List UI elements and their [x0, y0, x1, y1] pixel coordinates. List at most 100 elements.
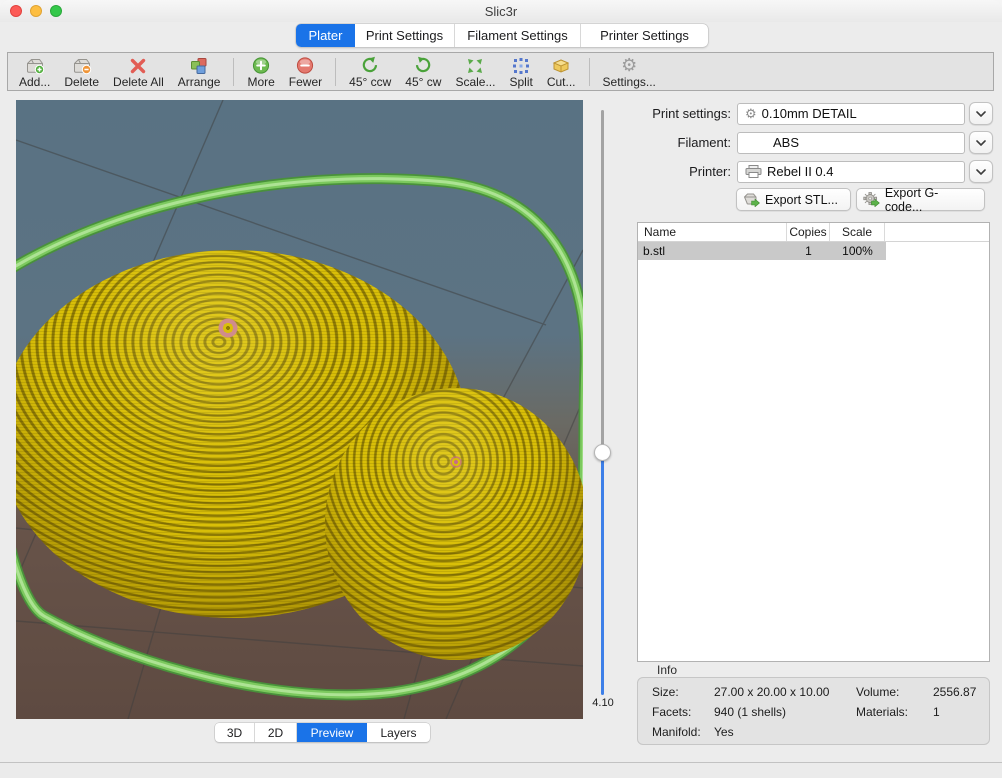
delete-all-icon: [128, 55, 148, 75]
fewer-copies-icon: [295, 55, 315, 75]
facets-label: Facets:: [652, 705, 691, 719]
model-small-dome[interactable]: [325, 388, 583, 660]
info-panel: Size: 27.00 x 20.00 x 10.00 Volume: 2556…: [637, 677, 990, 745]
tab-print-settings[interactable]: Print Settings: [355, 24, 455, 47]
toolbar-button-more[interactable]: More: [240, 53, 281, 91]
toolbar-separator: [335, 58, 336, 86]
view-tab-preview[interactable]: Preview: [297, 723, 367, 742]
large-dome-apex-marker: [217, 317, 239, 339]
toolbar-label-delete-all: Delete All: [113, 75, 164, 89]
chevron-down-icon: [976, 169, 986, 175]
toolbar-separator: [589, 58, 590, 86]
gear-icon: ⚙: [745, 107, 757, 121]
more-copies-icon: [251, 55, 271, 75]
toolbar-button-rotate-cw[interactable]: 45° cw: [398, 53, 448, 91]
toolbar-label-rotate-ccw: 45° ccw: [349, 75, 391, 89]
printer-value: Rebel II 0.4: [767, 164, 834, 179]
export-buttons: Export STL... Export G-code...: [736, 188, 985, 211]
view-tab-2d[interactable]: 2D: [255, 723, 297, 742]
toolbar-button-settings[interactable]: ⚙ Settings...: [596, 53, 663, 91]
filament-dropdown-button[interactable]: [969, 131, 993, 154]
toolbar-label-split: Split: [509, 75, 532, 89]
toolbar-button-scale[interactable]: Scale...: [448, 53, 502, 91]
titlebar: Slic3r: [0, 0, 1002, 22]
small-dome-apex-marker: [450, 456, 462, 468]
toolbar-button-cut[interactable]: Cut...: [540, 53, 583, 91]
view-tab-bar: 3D 2D Preview Layers: [215, 723, 430, 742]
object-list-header: Name Copies Scale: [638, 223, 989, 242]
toolbar-button-delete-all[interactable]: Delete All: [106, 53, 171, 91]
toolbar-button-split[interactable]: Split: [502, 53, 539, 91]
scale-icon: [465, 55, 485, 75]
tab-filament-settings[interactable]: Filament Settings: [455, 24, 581, 47]
toolbar: Add... Delete Delete All: [7, 52, 994, 91]
filament-label: Filament:: [613, 135, 731, 150]
toolbar-button-delete[interactable]: Delete: [57, 53, 106, 91]
manifold-value: Yes: [714, 725, 734, 739]
export-gcode-button[interactable]: Export G-code...: [856, 188, 985, 211]
print-settings-select[interactable]: ⚙ 0.10mm DETAIL: [737, 103, 965, 125]
app-window: Slic3r Plater Print Settings Filament Se…: [0, 0, 1002, 778]
size-value: 27.00 x 20.00 x 10.00: [714, 685, 829, 699]
toolbar-label-more: More: [247, 75, 274, 89]
materials-label: Materials:: [856, 705, 908, 719]
print-settings-label: Print settings:: [613, 106, 731, 121]
export-gcode-label: Export G-code...: [885, 186, 975, 214]
cell-scale: 100%: [830, 244, 885, 258]
toolbar-label-fewer: Fewer: [289, 75, 322, 89]
toolbar-label-arrange: Arrange: [178, 75, 221, 89]
add-object-icon: [25, 55, 45, 75]
toolbar-button-add[interactable]: Add...: [12, 53, 57, 91]
printer-dropdown-button[interactable]: [969, 160, 993, 183]
export-stl-label: Export STL...: [765, 193, 838, 207]
cell-copies: 1: [787, 244, 830, 258]
object-list-table[interactable]: Name Copies Scale b.stl 1 100%: [637, 222, 990, 662]
materials-value: 1: [933, 705, 940, 719]
view-tab-3d[interactable]: 3D: [215, 723, 255, 742]
print-settings-row: Print settings: ⚙ 0.10mm DETAIL: [613, 102, 995, 125]
chevron-down-icon: [976, 111, 986, 117]
cut-icon: [551, 55, 571, 75]
filament-select[interactable]: ABS: [737, 132, 965, 154]
column-header-copies[interactable]: Copies: [787, 223, 830, 241]
tab-plater[interactable]: Plater: [296, 24, 355, 47]
toolbar-separator: [233, 58, 234, 86]
info-panel-title: Info: [657, 663, 677, 677]
export-gcode-icon: [863, 192, 880, 207]
export-stl-button[interactable]: Export STL...: [736, 188, 851, 211]
size-label: Size:: [652, 685, 679, 699]
window-title: Slic3r: [0, 4, 1002, 19]
toolbar-label-delete: Delete: [64, 75, 99, 89]
arrange-icon: [189, 55, 209, 75]
printer-icon: [745, 165, 762, 178]
chevron-down-icon: [976, 140, 986, 146]
toolbar-label-cut: Cut...: [547, 75, 576, 89]
toolbar-button-rotate-ccw[interactable]: 45° ccw: [342, 53, 398, 91]
filament-row: Filament: ABS: [613, 131, 995, 154]
printer-label: Printer:: [613, 164, 731, 179]
print-settings-dropdown-button[interactable]: [969, 102, 993, 125]
plater-3d-viewport[interactable]: [16, 100, 583, 719]
rotate-cw-icon: [413, 55, 433, 75]
layer-slider-track-lower[interactable]: [601, 452, 604, 695]
view-tab-layers[interactable]: Layers: [367, 723, 430, 742]
settings-gear-icon: ⚙: [621, 56, 637, 75]
toolbar-button-fewer[interactable]: Fewer: [282, 53, 329, 91]
volume-label: Volume:: [856, 685, 899, 699]
layer-slider-track-upper[interactable]: [601, 110, 604, 452]
toolbar-label-add: Add...: [19, 75, 50, 89]
export-stl-icon: [743, 192, 760, 207]
tab-printer-settings[interactable]: Printer Settings: [581, 24, 708, 47]
toolbar-label-settings: Settings...: [603, 75, 656, 89]
table-row[interactable]: b.stl 1 100%: [638, 242, 886, 260]
column-header-scale[interactable]: Scale: [830, 223, 885, 241]
toolbar-label-rotate-cw: 45° cw: [405, 75, 441, 89]
column-header-name[interactable]: Name: [638, 223, 787, 241]
print-settings-value: 0.10mm DETAIL: [762, 106, 857, 121]
layer-slider-handle[interactable]: [594, 444, 611, 461]
printer-select[interactable]: Rebel II 0.4: [737, 161, 965, 183]
delete-object-icon: [72, 55, 92, 75]
filament-value: ABS: [773, 135, 799, 150]
toolbar-button-arrange[interactable]: Arrange: [171, 53, 228, 91]
facets-value: 940 (1 shells): [714, 705, 786, 719]
